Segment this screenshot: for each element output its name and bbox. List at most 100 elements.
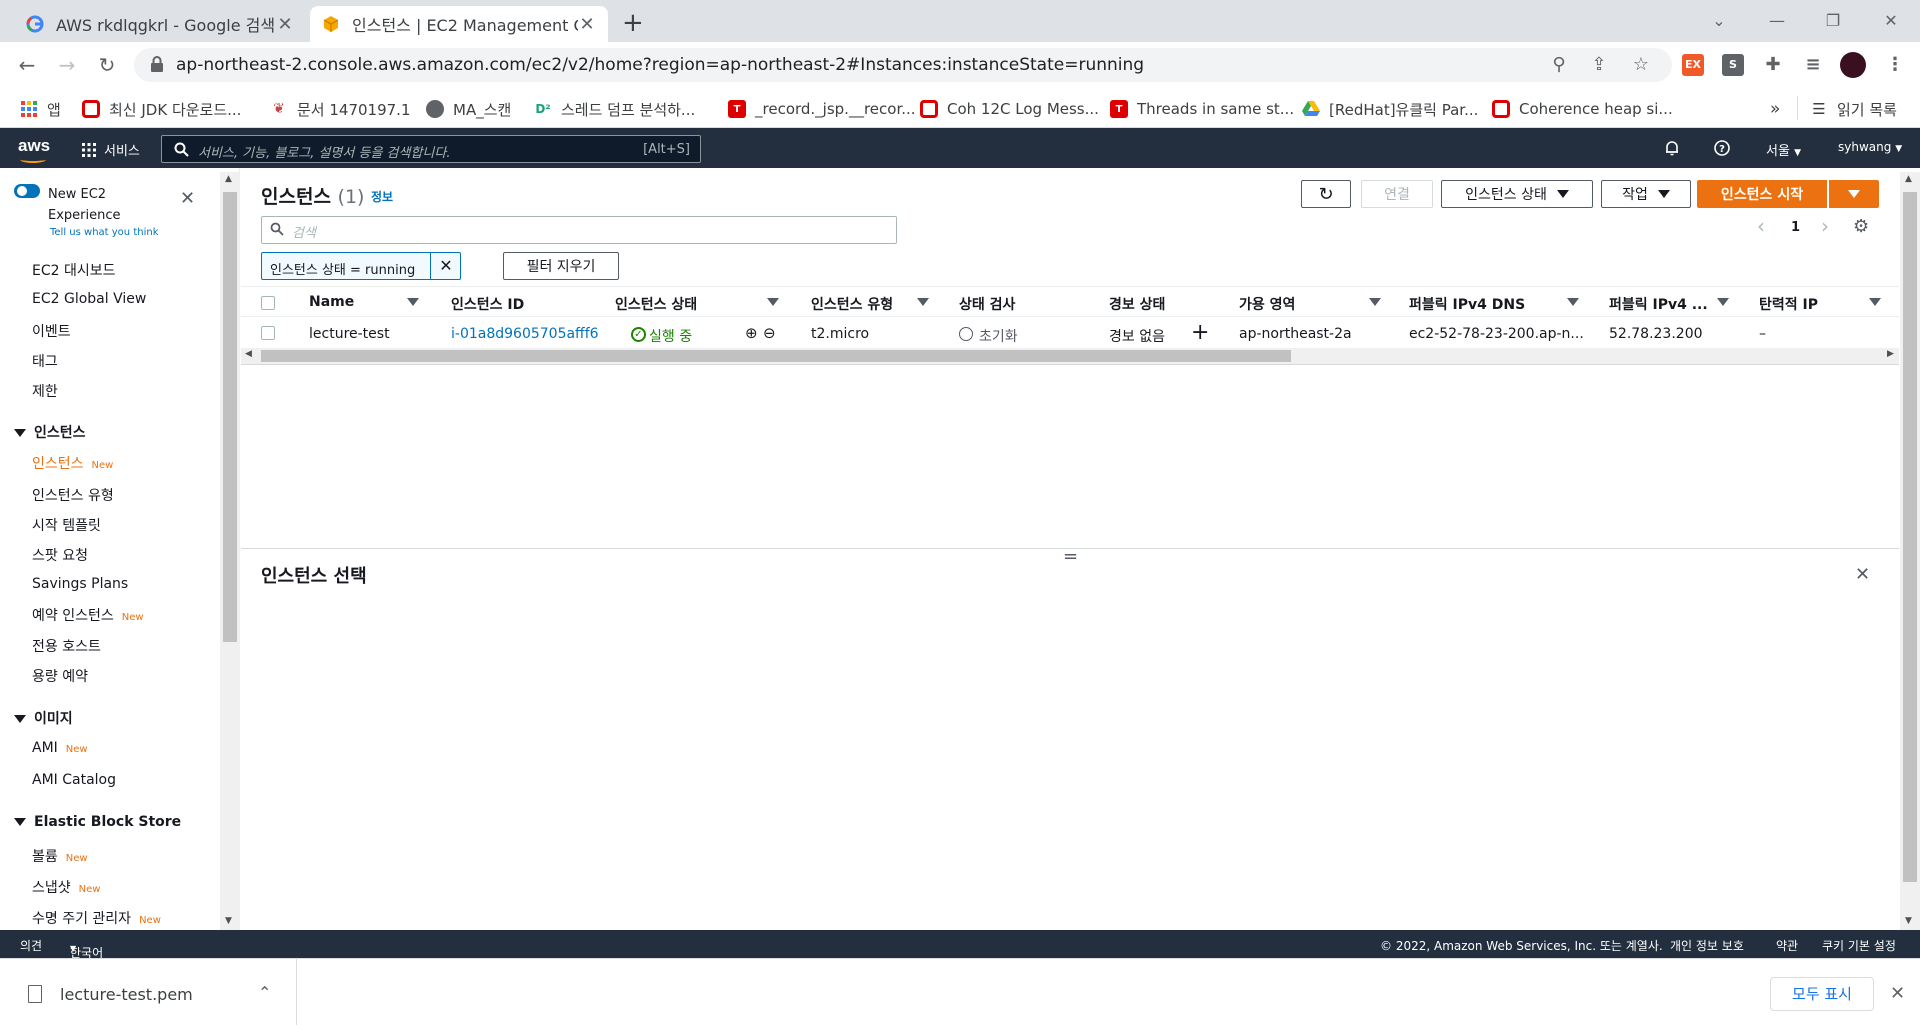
sidebar-item-spot-requests[interactable]: 스팟 요청 — [32, 545, 88, 565]
instance-id-link[interactable]: i-01a8d9605705afff6 — [451, 326, 599, 342]
notifications-bell-icon[interactable] — [1664, 140, 1680, 160]
col-public-dns[interactable]: 퍼블릭 IPv4 DNS — [1409, 294, 1525, 314]
bookmark-apps[interactable]: 앱 — [20, 98, 61, 120]
scroll-left-icon[interactable]: ◀ — [245, 349, 252, 359]
sort-icon[interactable] — [1567, 298, 1579, 306]
account-menu[interactable]: syhwang ▼ — [1838, 140, 1902, 154]
sidebar-item-volumes[interactable]: 볼륨 New — [32, 846, 88, 866]
bookmark-doc[interactable]: ❦ 문서 1470197.1 — [270, 98, 410, 120]
scroll-right-icon[interactable]: ▶ — [1887, 349, 1894, 359]
new-tab-button[interactable]: + — [622, 8, 644, 38]
clear-filters-button[interactable]: 필터 지우기 — [503, 252, 619, 280]
bookmark-record-jsp[interactable]: T _record._jsp.__recor... — [728, 98, 916, 120]
table-hscrollbar[interactable]: ◀ ▶ — [241, 348, 1899, 364]
close-tab-icon[interactable]: ✕ — [276, 14, 294, 35]
close-detail-icon[interactable]: ✕ — [1855, 564, 1870, 585]
bookmark-redhat[interactable]: [RedHat]유클릭 Par... — [1302, 98, 1478, 120]
close-window-icon[interactable]: ✕ — [1866, 6, 1916, 36]
sidebar-section-ebs[interactable]: Elastic Block Store — [14, 814, 181, 830]
close-tab-icon[interactable]: ✕ — [578, 14, 596, 35]
chevron-up-icon[interactable]: ⌃ — [258, 983, 271, 1002]
bookmark-jdk[interactable]: 최신 JDK 다운로드... — [82, 98, 241, 120]
zoom-in-icon[interactable]: ⊕ — [745, 324, 758, 342]
scroll-down-icon[interactable]: ▼ — [1905, 916, 1912, 926]
add-alarm-icon[interactable]: + — [1191, 320, 1209, 345]
show-all-downloads-button[interactable]: 모두 표시 — [1770, 977, 1874, 1011]
sidebar-item-launch-templates[interactable]: 시작 템플릿 — [32, 515, 101, 535]
terms-link[interactable]: 약관 — [1776, 937, 1798, 954]
scroll-up-icon[interactable]: ▲ — [1905, 174, 1912, 184]
sidebar-item-snapshots[interactable]: 스냅샷 New — [32, 877, 100, 897]
profile-avatar[interactable] — [1840, 52, 1866, 78]
scrollbar-thumb[interactable] — [223, 192, 237, 642]
global-search-input[interactable]: 서비스, 기능, 블로그, 설명서 등을 검색합니다. [Alt+S] — [161, 135, 701, 163]
filter-token[interactable]: 인스턴스 상태 = running ✕ — [261, 252, 461, 280]
col-instance-type[interactable]: 인스턴스 유형 — [811, 294, 893, 314]
launch-instances-button[interactable]: 인스턴스 시작 — [1697, 180, 1827, 208]
browser-tab-google[interactable]: AWS rkdlqgkrl - Google 검색 ✕ — [14, 6, 306, 42]
bookmark-star-icon[interactable]: ☆ — [1630, 54, 1652, 76]
col-elastic-ip[interactable]: 탄력적 IP — [1759, 294, 1818, 314]
launch-dropdown-button[interactable] — [1829, 180, 1879, 208]
split-handle-icon[interactable]: = — [1063, 546, 1078, 567]
sidebar-item-instances[interactable]: 인스턴스 New — [32, 453, 113, 473]
instance-state-button[interactable]: 인스턴스 상태 — [1441, 180, 1593, 208]
col-availability-zone[interactable]: 가용 영역 — [1239, 294, 1295, 314]
sort-icon[interactable] — [917, 298, 929, 306]
scroll-up-icon[interactable]: ▲ — [225, 174, 232, 184]
sidebar-section-instances[interactable]: 인스턴스 — [14, 422, 86, 442]
services-menu-button[interactable]: 서비스 — [82, 140, 140, 159]
sidebar-item-events[interactable]: 이벤트 — [32, 321, 71, 341]
feedback-link[interactable]: Tell us what you think — [50, 227, 159, 238]
aws-logo[interactable]: aws — [18, 136, 50, 163]
sidebar-item-dedicated-hosts[interactable]: 전용 호스트 — [32, 636, 101, 656]
zoom-out-icon[interactable]: ⊖ — [763, 324, 776, 342]
back-icon[interactable]: ← — [12, 50, 42, 80]
forward-icon[interactable]: → — [52, 50, 82, 80]
next-page-icon[interactable]: › — [1821, 214, 1829, 238]
close-shelf-icon[interactable]: ✕ — [1890, 983, 1905, 1004]
new-experience-toggle[interactable] — [14, 184, 40, 198]
sidebar-item-tags[interactable]: 태그 — [32, 351, 58, 371]
reload-icon[interactable]: ↻ — [92, 50, 122, 80]
sidebar-item-dashboard[interactable]: EC2 대시보드 — [32, 260, 116, 280]
sidebar-item-lifecycle-manager[interactable]: 수명 주기 관리자 New — [32, 908, 161, 928]
sidebar-item-limits[interactable]: 제한 — [32, 381, 58, 401]
instance-search-input[interactable]: 검색 — [261, 216, 897, 244]
cookie-preferences-link[interactable]: 쿠키 기본 설정 — [1822, 937, 1896, 954]
tab-search-icon[interactable]: ⌄ — [1694, 6, 1744, 36]
select-all-checkbox[interactable] — [261, 296, 275, 310]
bookmark-coherence[interactable]: Coherence heap si... — [1492, 98, 1673, 120]
share-icon[interactable]: ⇪ — [1588, 54, 1610, 76]
sidebar-item-ami[interactable]: AMI New — [32, 740, 88, 756]
bookmark-coh-log[interactable]: Coh 12C Log Mess... — [920, 98, 1099, 120]
extensions-puzzle-icon[interactable]: ✚ — [1762, 54, 1784, 76]
info-link[interactable]: 정보 — [371, 188, 393, 205]
feedback-link[interactable]: 의견 — [20, 937, 42, 954]
sidebar-section-images[interactable]: 이미지 — [14, 708, 73, 728]
download-file-name[interactable]: lecture-test.pem — [60, 985, 193, 1004]
media-control-icon[interactable]: ≡ — [1802, 54, 1824, 76]
actions-button[interactable]: 작업 — [1601, 180, 1691, 208]
sidebar-item-reserved-instances[interactable]: 예약 인스턴스 New — [32, 605, 144, 625]
sidebar-item-capacity-reservations[interactable]: 용량 예약 — [32, 666, 88, 686]
main-scrollbar[interactable]: ▲ ▼ — [1900, 172, 1920, 930]
sidebar-scrollbar[interactable]: ▲ ▼ — [220, 172, 240, 930]
sort-icon[interactable] — [1869, 298, 1881, 306]
col-name[interactable]: Name — [309, 294, 354, 310]
sort-icon[interactable] — [1369, 298, 1381, 306]
bookmark-ma-scan[interactable]: MA_스캔 — [426, 98, 511, 120]
close-icon[interactable]: ✕ — [180, 188, 195, 209]
extension-s-icon[interactable]: S — [1722, 54, 1744, 76]
sidebar-item-ami-catalog[interactable]: AMI Catalog — [32, 772, 116, 788]
bookmark-threads[interactable]: T Threads in same st... — [1110, 98, 1294, 120]
help-icon[interactable]: ? — [1714, 140, 1730, 160]
remove-filter-icon[interactable]: ✕ — [430, 253, 461, 279]
col-instance-state[interactable]: 인스턴스 상태 — [615, 294, 697, 314]
sidebar-item-global-view[interactable]: EC2 Global View — [32, 291, 146, 307]
scroll-down-icon[interactable]: ▼ — [225, 916, 232, 926]
sidebar-item-instance-types[interactable]: 인스턴스 유형 — [32, 485, 114, 505]
col-status-check[interactable]: 상태 검사 — [959, 294, 1015, 314]
col-alarm-status[interactable]: 경보 상태 — [1109, 294, 1165, 314]
refresh-button[interactable]: ↻ — [1301, 180, 1351, 208]
